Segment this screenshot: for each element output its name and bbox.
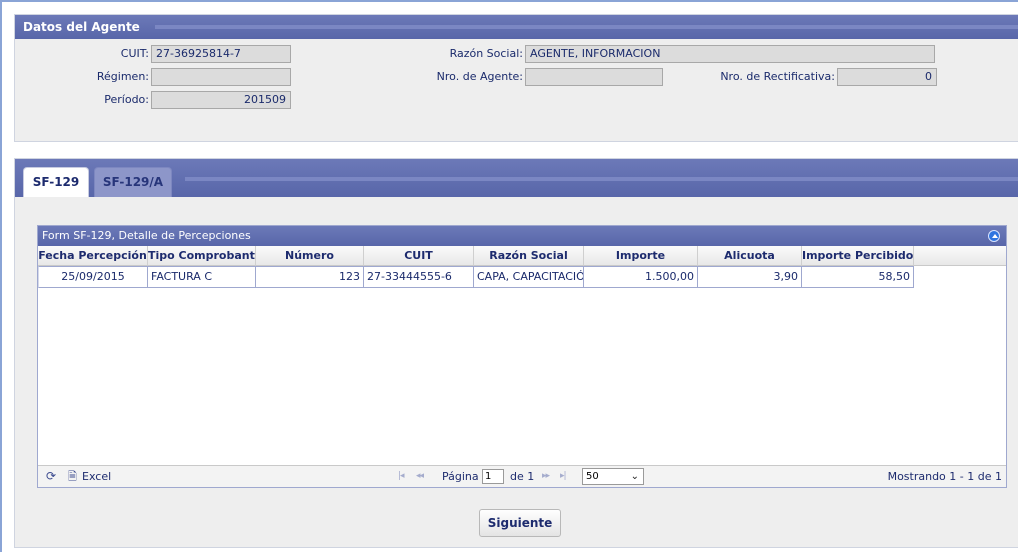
agent-data-panel: Datos del Agente CUIT: 27-36925814-7 Rég… bbox=[14, 14, 1018, 142]
cell-fecha[interactable]: 25/09/2015 bbox=[38, 266, 148, 288]
nro-rectificativa-field[interactable]: 0 bbox=[837, 68, 937, 86]
perceptions-grid: Form SF-129, Detalle de Percepciones Fec… bbox=[37, 225, 1007, 488]
cell-tipo[interactable]: FACTURA C bbox=[148, 266, 256, 288]
document-icon[interactable]: 🗎 bbox=[68, 466, 77, 487]
records-count: Mostrando 1 - 1 de 1 bbox=[887, 470, 1002, 483]
chevron-down-icon: ⌄ bbox=[630, 471, 639, 482]
nro-rectificativa-label: Nro. de Rectificativa: bbox=[720, 70, 835, 83]
last-page-icon[interactable]: ▸| bbox=[560, 466, 566, 487]
agent-panel-title: Datos del Agente bbox=[23, 20, 140, 34]
periodo-field[interactable]: 201509 bbox=[151, 91, 291, 109]
cell-importe-percibido[interactable]: 58,50 bbox=[802, 266, 914, 288]
periodo-label: Período: bbox=[104, 93, 149, 106]
col-cuit[interactable]: CUIT bbox=[364, 246, 474, 266]
page-size-value: 50 bbox=[586, 471, 599, 482]
grid-footer: ⟳ 🗎 Excel |◂ ◂◂ Página 1 de 1 ▸▸ ▸| 50 ⌄… bbox=[38, 465, 1006, 487]
collapse-icon[interactable] bbox=[988, 230, 1000, 242]
razon-social-label: Razón Social: bbox=[449, 47, 523, 60]
col-filler bbox=[914, 246, 1006, 266]
refresh-icon[interactable]: ⟳ bbox=[46, 466, 56, 487]
regimen-field[interactable] bbox=[151, 68, 291, 86]
page-label: Página bbox=[442, 470, 479, 483]
col-importe[interactable]: Importe bbox=[584, 246, 698, 266]
excel-link[interactable]: Excel bbox=[82, 466, 111, 487]
tab-bar-stripe bbox=[185, 177, 1018, 181]
agent-panel-header: Datos del Agente bbox=[15, 15, 1018, 39]
next-page-icon[interactable]: ▸▸ bbox=[542, 466, 550, 487]
first-page-icon[interactable]: |◂ bbox=[398, 466, 404, 487]
header-stripe bbox=[155, 25, 1018, 29]
siguiente-button[interactable]: Siguiente bbox=[479, 509, 561, 537]
page-number-input[interactable]: 1 bbox=[482, 469, 504, 484]
cell-importe[interactable]: 1.500,00 bbox=[584, 266, 698, 288]
tab-bar: SF-129 SF-129/A bbox=[15, 159, 1018, 197]
cell-razon-social[interactable]: CAPA, CAPACITACIÓN bbox=[474, 266, 584, 288]
grid-title-bar: Form SF-129, Detalle de Percepciones bbox=[38, 226, 1006, 246]
col-fecha[interactable]: Fecha Percepción bbox=[38, 246, 148, 266]
razon-social-field[interactable]: AGENTE, INFORMACION bbox=[525, 45, 935, 63]
nro-agente-label: Nro. de Agente: bbox=[436, 70, 523, 83]
cell-numero[interactable]: 123 bbox=[256, 266, 364, 288]
grid-title: Form SF-129, Detalle de Percepciones bbox=[42, 229, 251, 242]
nro-agente-field[interactable] bbox=[525, 68, 663, 86]
cell-cuit[interactable]: 27-33444555-6 bbox=[364, 266, 474, 288]
tab-sf-129[interactable]: SF-129 bbox=[23, 167, 89, 197]
tab-content: Form SF-129, Detalle de Percepciones Fec… bbox=[15, 197, 1018, 547]
cell-alicuota[interactable]: 3,90 bbox=[698, 266, 802, 288]
col-numero[interactable]: Número bbox=[256, 246, 364, 266]
page-size-select[interactable]: 50 ⌄ bbox=[582, 468, 644, 485]
col-razon-social[interactable]: Razón Social bbox=[474, 246, 584, 266]
prev-page-icon[interactable]: ◂◂ bbox=[416, 466, 424, 487]
page-count-label: de 1 bbox=[510, 470, 535, 483]
col-alicuota[interactable]: Alicuota bbox=[698, 246, 802, 266]
regimen-label: Régimen: bbox=[96, 70, 149, 83]
col-importe-percibido[interactable]: Importe Percibido bbox=[802, 246, 914, 266]
col-tipo[interactable]: Tipo Comprobante bbox=[148, 246, 256, 266]
tab-sf-129a[interactable]: SF-129/A bbox=[94, 167, 172, 197]
cuit-label: CUIT: bbox=[120, 47, 149, 60]
forms-panel: SF-129 SF-129/A Form SF-129, Detalle de … bbox=[14, 158, 1018, 548]
cuit-field[interactable]: 27-36925814-7 bbox=[151, 45, 291, 63]
